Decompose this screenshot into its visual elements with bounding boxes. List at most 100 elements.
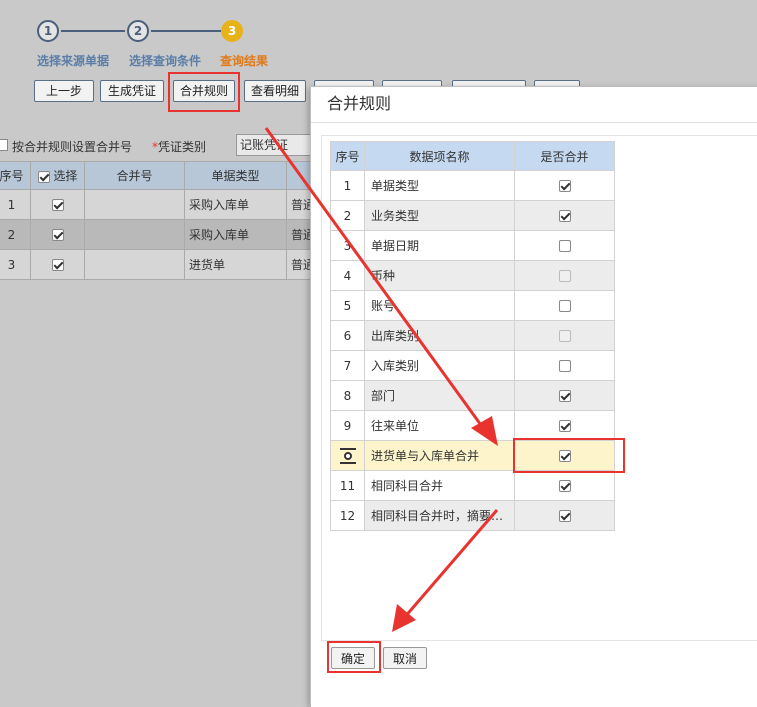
row-item-name: 部门 xyxy=(364,380,515,411)
row-no: 2 xyxy=(330,200,365,231)
row-merge-cell[interactable] xyxy=(514,170,615,201)
row-merge-cell[interactable] xyxy=(514,500,615,531)
merge-checkbox[interactable] xyxy=(558,180,571,192)
col-header-item-name: 数据项名称 xyxy=(364,141,515,171)
col-header-select[interactable]: 选择 xyxy=(30,161,85,190)
row-item-name: 相同科目合并 xyxy=(364,470,515,501)
row-checkbox[interactable] xyxy=(51,229,64,241)
row-merge-no[interactable] xyxy=(84,249,185,280)
row-checkbox[interactable] xyxy=(51,199,64,211)
row-item-name: 相同科目合并时，摘要合并 xyxy=(364,500,515,531)
row-merge-cell[interactable] xyxy=(514,350,615,381)
row-indicator-cell xyxy=(330,440,365,471)
prev-step-button[interactable]: 上一步 xyxy=(34,80,94,102)
row-merge-no[interactable] xyxy=(84,219,185,250)
merge-rule-button[interactable]: 合并规则 xyxy=(173,80,235,102)
row-item-name: 单据类型 xyxy=(364,170,515,201)
merge-by-rule-label: 按合并规则设置合并号 xyxy=(12,140,133,154)
col-header-doc-type: 单据类型 xyxy=(184,161,287,190)
table-row[interactable]: 7 入库类别 xyxy=(330,350,615,381)
table-row[interactable]: 进货单与入库单合并 xyxy=(330,440,615,471)
step-3-circle: 3 xyxy=(221,20,243,42)
row-item-name: 入库类别 xyxy=(364,350,515,381)
row-doc-type: 进货单 xyxy=(184,249,287,280)
row-merge-cell[interactable] xyxy=(514,230,615,261)
view-detail-button[interactable]: 查看明细 xyxy=(244,80,306,102)
row-no: 11 xyxy=(330,470,365,501)
step-connector xyxy=(151,30,221,32)
ok-button[interactable]: 确定 xyxy=(331,647,375,669)
row-merge-cell[interactable] xyxy=(514,320,615,351)
row-editing-icon xyxy=(339,447,357,464)
step-2-circle: 2 xyxy=(127,20,149,42)
row-no: 3 xyxy=(330,230,365,261)
row-no: 3 xyxy=(0,249,31,280)
row-item-name: 出库类别 xyxy=(364,320,515,351)
col-header-no: 序号 xyxy=(330,141,365,171)
merge-checkbox[interactable] xyxy=(558,450,571,462)
row-item-name: 单据日期 xyxy=(364,230,515,261)
table-row[interactable]: 1 采购入库单 普通 xyxy=(0,189,327,220)
table-row[interactable]: 6 出库类别 xyxy=(330,320,615,351)
table-row[interactable]: 2 业务类型 xyxy=(330,200,615,231)
merge-checkbox[interactable] xyxy=(558,390,571,402)
row-select-cell[interactable] xyxy=(30,249,85,280)
row-no: 12 xyxy=(330,500,365,531)
merge-checkbox[interactable] xyxy=(558,420,571,432)
table-row[interactable]: 9 往来单位 xyxy=(330,410,615,441)
row-select-cell[interactable] xyxy=(30,219,85,250)
voucher-type-select[interactable]: 记账凭证 xyxy=(236,134,316,156)
row-item-name: 进货单与入库单合并 xyxy=(364,440,515,471)
row-merge-cell[interactable] xyxy=(514,260,615,291)
table-row[interactable]: 5 账号 xyxy=(330,290,615,321)
row-merge-cell[interactable] xyxy=(514,290,615,321)
row-no: 2 xyxy=(0,219,31,250)
row-merge-cell[interactable] xyxy=(514,440,615,471)
merge-checkbox[interactable] xyxy=(558,360,571,372)
row-no: 6 xyxy=(330,320,365,351)
cancel-button[interactable]: 取消 xyxy=(383,647,427,669)
row-merge-no[interactable] xyxy=(84,189,185,220)
table-row[interactable]: 2 采购入库单 普通 xyxy=(0,219,327,250)
step-3-label: 查询结果 xyxy=(220,54,269,68)
table-row[interactable]: 4 币种 xyxy=(330,260,615,291)
table-row[interactable]: 3 单据日期 xyxy=(330,230,615,261)
merge-checkbox xyxy=(558,270,571,282)
merge-checkbox[interactable] xyxy=(558,480,571,492)
step-1-label: 选择来源单据 xyxy=(37,54,110,68)
dialog-title: 合并规则 xyxy=(311,87,757,123)
voucher-type-label: *凭证类别 xyxy=(152,138,206,155)
row-merge-cell[interactable] xyxy=(514,410,615,441)
row-no: 1 xyxy=(330,170,365,201)
merge-checkbox xyxy=(558,330,571,342)
row-no: 4 xyxy=(330,260,365,291)
row-no: 7 xyxy=(330,350,365,381)
row-doc-type: 采购入库单 xyxy=(184,189,287,220)
row-select-cell[interactable] xyxy=(30,189,85,220)
row-doc-type: 采购入库单 xyxy=(184,219,287,250)
row-item-name: 币种 xyxy=(364,260,515,291)
table-row[interactable]: 8 部门 xyxy=(330,380,615,411)
merge-checkbox[interactable] xyxy=(558,210,571,222)
merge-rule-table: 序号 数据项名称 是否合并 1 单据类型 2 业务类型 3 单据日期 4 币种 5 账号 6 出库类别… xyxy=(330,141,615,531)
merge-by-rule-checkbox[interactable] xyxy=(0,139,8,151)
row-merge-cell[interactable] xyxy=(514,200,615,231)
merge-checkbox[interactable] xyxy=(558,510,571,522)
col-header-no: 序号 xyxy=(0,161,31,190)
select-all-checkbox[interactable] xyxy=(37,170,50,183)
table-row[interactable]: 12 相同科目合并时，摘要合并 xyxy=(330,500,615,531)
merge-rule-dialog: 合并规则 序号 数据项名称 是否合并 1 单据类型 2 业务类型 3 单据日期 4 币种 5 账号… xyxy=(310,86,757,707)
row-checkbox[interactable] xyxy=(51,259,64,271)
table-row[interactable]: 3 进货单 普通 xyxy=(0,249,327,280)
row-no: 8 xyxy=(330,380,365,411)
table-row[interactable]: 11 相同科目合并 xyxy=(330,470,615,501)
row-merge-cell[interactable] xyxy=(514,380,615,411)
merge-checkbox[interactable] xyxy=(558,300,571,312)
generate-voucher-button[interactable]: 生成凭证 xyxy=(100,80,164,102)
row-merge-cell[interactable] xyxy=(514,470,615,501)
col-header-select-label: 选择 xyxy=(53,169,78,183)
voucher-type-text: 凭证类别 xyxy=(158,140,207,154)
table-row[interactable]: 1 单据类型 xyxy=(330,170,615,201)
col-header-is-merge: 是否合并 xyxy=(514,141,615,171)
merge-checkbox[interactable] xyxy=(558,240,571,252)
